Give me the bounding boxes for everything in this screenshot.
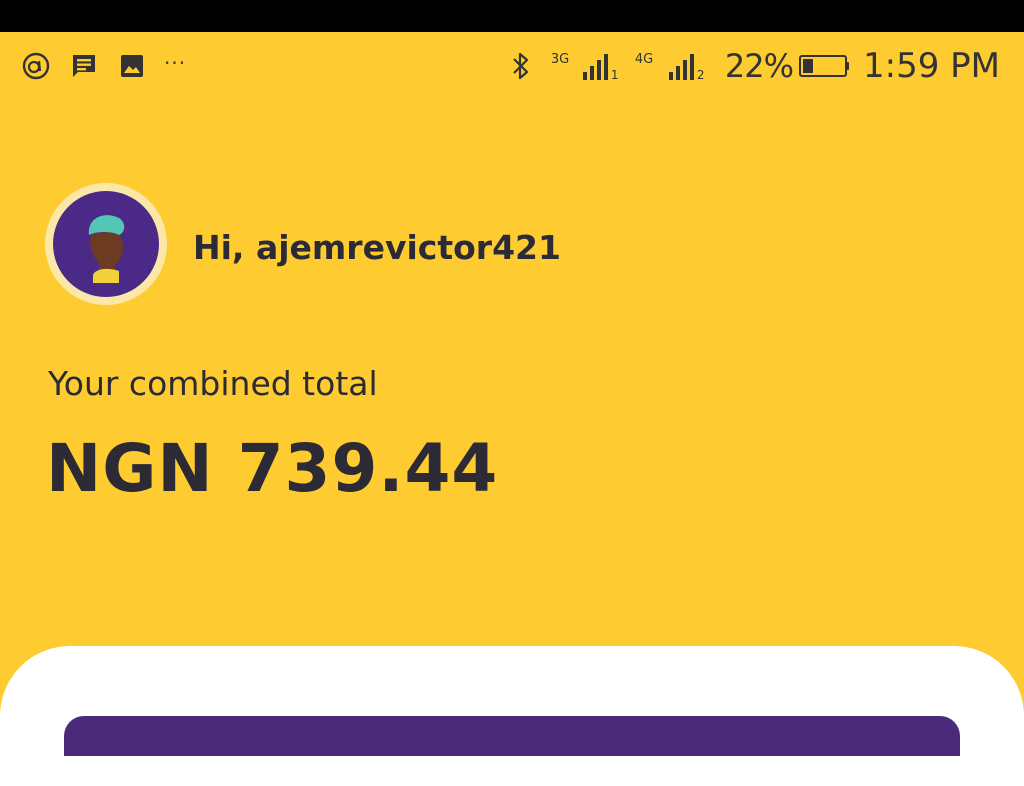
battery-percent: 22% [724, 47, 794, 85]
signal-sim2: 4G 2 [635, 50, 711, 82]
message-icon [68, 50, 100, 82]
greeting-text: Hi, ajemrevictor421 [193, 228, 561, 267]
avatar[interactable] [45, 183, 167, 305]
balance-amount: NGN 739.44 [46, 430, 499, 507]
battery-icon [799, 55, 849, 77]
network-type-label: 3G [550, 52, 570, 67]
clock: 1:59 PM [863, 46, 1000, 86]
notification-icons: ··· [20, 50, 186, 82]
balance-label: Your combined total [48, 364, 378, 403]
sim-index-label: 2 [696, 68, 705, 82]
signal-sim1: 3G 1 [551, 50, 625, 82]
network-type-label: 4G [634, 52, 654, 67]
system-indicators: 3G 1 4G 2 22% 1:59 PM [505, 46, 1000, 86]
card-inner-banner[interactable] [64, 716, 960, 756]
bluetooth-icon [505, 50, 537, 82]
status-bar: ··· 3G 1 4G 2 22% 1:59 PM [0, 32, 1024, 104]
signal-bars-icon [668, 54, 694, 82]
top-black-bar [0, 0, 1024, 32]
user-avatar-icon [53, 191, 159, 297]
image-icon [116, 50, 148, 82]
more-notifications-icon: ··· [164, 51, 187, 75]
app-circle-icon [20, 50, 52, 82]
signal-bars-icon [582, 54, 608, 82]
sim-index-label: 1 [610, 68, 619, 82]
